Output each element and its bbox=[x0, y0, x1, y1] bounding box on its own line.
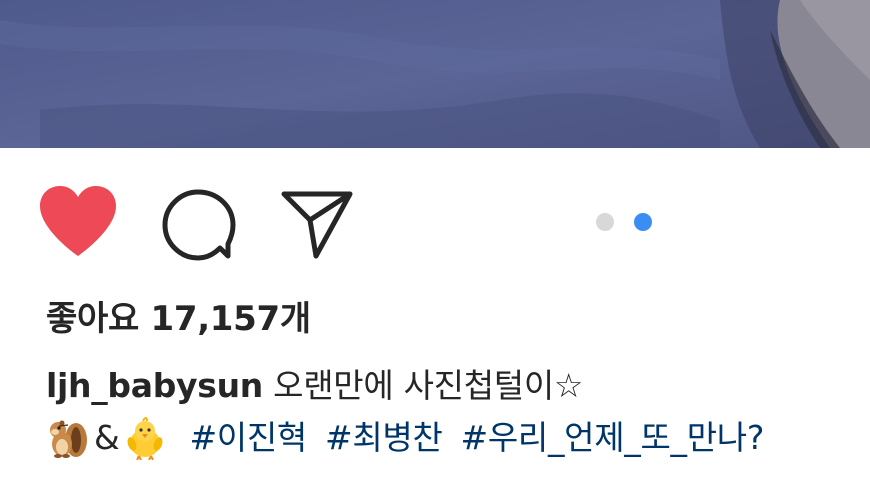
hashtag-link-2[interactable]: #최병찬 bbox=[325, 412, 443, 464]
comment-bubble-icon[interactable] bbox=[160, 186, 236, 262]
hashtag-link-3[interactable]: #우리_언제_또_만나? bbox=[461, 412, 765, 464]
baby-chick-emoji-icon bbox=[123, 416, 167, 461]
carousel-indicator bbox=[596, 212, 652, 232]
post-photo[interactable] bbox=[0, 0, 870, 148]
paper-plane-icon[interactable] bbox=[280, 186, 356, 262]
carousel-dot-1 bbox=[596, 213, 614, 231]
chipmunk-emoji-icon bbox=[46, 416, 90, 460]
hashtag-link-1[interactable]: #이진혁 bbox=[189, 412, 307, 464]
username-link[interactable]: ljh_babysun bbox=[46, 366, 263, 405]
post-action-bar bbox=[0, 148, 870, 288]
photo-fabric bbox=[0, 0, 870, 148]
caption-connector: & bbox=[94, 418, 120, 457]
post-caption: ljh_babysun 오랜만에 사진첩털이☆ & #이진혁 #최병찬 #우리_… bbox=[46, 360, 866, 464]
heart-icon[interactable] bbox=[38, 186, 118, 258]
like-count[interactable]: 좋아요 17,157개 bbox=[46, 296, 311, 342]
caption-line-1: ljh_babysun 오랜만에 사진첩털이☆ bbox=[46, 360, 866, 412]
caption-text: 오랜만에 사진첩털이☆ bbox=[273, 366, 584, 405]
caption-line-2: & #이진혁 #최병찬 #우리_언제_또_만나? bbox=[46, 412, 866, 464]
carousel-dot-2-active bbox=[634, 213, 652, 231]
